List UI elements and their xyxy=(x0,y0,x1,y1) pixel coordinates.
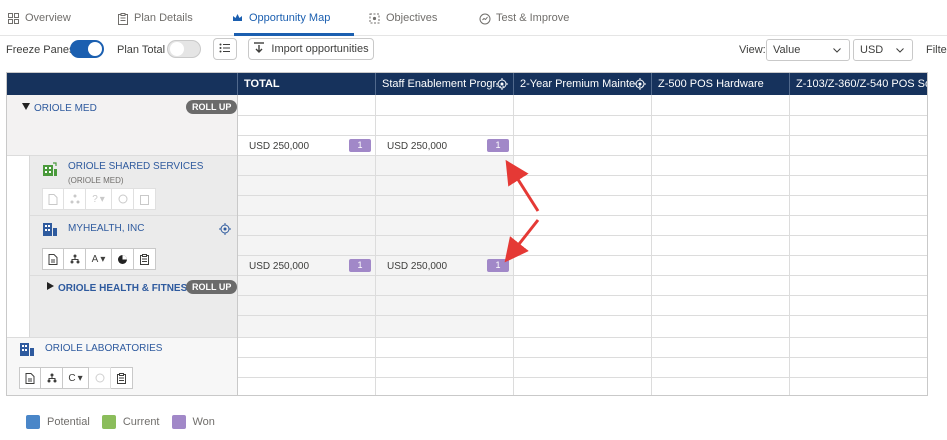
active-tab-indicator xyxy=(234,33,354,36)
parent-account-label: (ORIOLE MED) xyxy=(68,176,124,185)
caret-down-icon: ▾ xyxy=(99,193,105,205)
tab-opportunity-map[interactable]: Opportunity Map xyxy=(232,10,330,26)
caret-down-icon: ▾ xyxy=(77,372,83,384)
staff-value[interactable]: USD 250,000 xyxy=(387,141,447,152)
rating-menu-button[interactable]: C ▾ xyxy=(63,367,89,389)
legend-swatch-potential xyxy=(26,415,40,429)
clipboard-icon xyxy=(117,12,128,25)
legend-swatch-won xyxy=(171,415,186,429)
add-opportunity-button[interactable] xyxy=(19,367,41,389)
status-pie-icon[interactable] xyxy=(112,248,134,270)
plan-total-toggle[interactable] xyxy=(167,40,201,58)
list-view-button[interactable] xyxy=(213,38,237,60)
account-name-myhealth[interactable]: MYHEALTH, INC xyxy=(68,223,145,234)
tab-plan-details[interactable]: Plan Details xyxy=(117,10,193,26)
legend: Potential Current Won xyxy=(26,414,227,430)
won-count-badge[interactable]: 1 xyxy=(349,259,371,272)
target-icon xyxy=(369,13,380,24)
legend-swatch-current xyxy=(101,415,116,429)
account-actions: C ▾ xyxy=(19,367,133,391)
legend-label-potential: Potential xyxy=(47,416,90,428)
tab-label: Objectives xyxy=(386,12,438,24)
child-accounts-panel xyxy=(29,155,237,337)
account-name-oriole-med[interactable]: ORIOLE MED xyxy=(34,103,97,114)
caret-down-icon: ▾ xyxy=(100,253,106,265)
grid-icon xyxy=(8,12,19,24)
locate-icon[interactable] xyxy=(496,78,508,90)
rating-menu-button[interactable]: ? ▾ xyxy=(86,188,112,210)
account-name-oriole-health-fitness[interactable]: ORIOLE HEALTH & FITNESS xyxy=(58,283,194,294)
staff-column-shaded xyxy=(375,155,513,337)
won-count-badge[interactable]: 1 xyxy=(487,139,509,152)
locate-icon[interactable] xyxy=(219,223,231,235)
opportunity-grid: TOTAL Staff Enablement Progr... 2-Year P… xyxy=(6,72,928,396)
column-header-pos-hardware[interactable]: Z-500 POS Hardware xyxy=(651,73,789,95)
legend-label-won: Won xyxy=(192,416,215,428)
won-count-badge[interactable]: 1 xyxy=(487,259,509,272)
won-count-badge[interactable]: 1 xyxy=(349,139,371,152)
building-growth-icon xyxy=(43,162,57,176)
tab-label: Overview xyxy=(25,12,71,24)
total-value[interactable]: USD 250,000 xyxy=(249,141,309,152)
building-icon xyxy=(20,343,34,356)
status-circle-icon[interactable] xyxy=(112,188,134,210)
hierarchy-button[interactable] xyxy=(41,367,63,389)
account-name-oriole-shared-services[interactable]: ORIOLE SHARED SERVICES xyxy=(68,161,203,172)
import-opportunities-button[interactable]: Import opportunities xyxy=(248,38,374,60)
filter-label[interactable]: Filte xyxy=(926,44,947,56)
collapse-caret-icon[interactable] xyxy=(22,103,30,110)
tab-label: Plan Details xyxy=(134,12,193,24)
list-icon xyxy=(219,43,231,56)
plan-total-label: Plan Total xyxy=(117,44,166,56)
column-header-pos-software[interactable]: Z-103/Z-360/Z-540 POS Soft... xyxy=(789,73,927,95)
total-value[interactable]: USD 250,000 xyxy=(249,261,309,272)
currency-select-value: USD xyxy=(860,44,884,56)
legend-label-current: Current xyxy=(122,416,160,428)
tab-bar: Overview Plan Details Opportunity Map Ob… xyxy=(0,0,947,36)
account-name-oriole-laboratories[interactable]: ORIOLE LABORATORIES xyxy=(45,343,162,354)
import-label: Import opportunities xyxy=(271,43,369,55)
chevron-down-icon xyxy=(833,44,841,56)
locate-icon[interactable] xyxy=(634,78,646,90)
hierarchy-button[interactable] xyxy=(64,188,86,210)
notes-button[interactable] xyxy=(111,367,133,389)
import-icon xyxy=(253,41,265,57)
freeze-panes-label: Freeze Panes xyxy=(6,44,75,56)
chevron-down-icon xyxy=(896,44,904,56)
column-header-staff-enablement[interactable]: Staff Enablement Progr... xyxy=(375,73,513,95)
grid-header: TOTAL Staff Enablement Progr... 2-Year P… xyxy=(7,73,927,95)
status-circle-icon[interactable] xyxy=(89,367,111,389)
tab-objectives[interactable]: Objectives xyxy=(369,10,437,26)
column-header-total: TOTAL xyxy=(237,73,375,95)
account-actions: A ▾ xyxy=(42,248,156,272)
rollup-badge[interactable]: ROLL UP xyxy=(186,100,238,114)
tab-label: Opportunity Map xyxy=(249,12,331,24)
tab-label: Test & Improve xyxy=(496,12,570,24)
rating-menu-button[interactable]: A ▾ xyxy=(86,248,112,270)
freeze-panes-toggle[interactable] xyxy=(70,40,104,58)
view-label: View: xyxy=(739,44,766,56)
view-select-value: Value xyxy=(773,44,801,56)
tab-test-improve[interactable]: Test & Improve xyxy=(479,10,569,26)
rollup-badge[interactable]: ROLL UP xyxy=(186,280,238,294)
add-opportunity-button[interactable] xyxy=(42,248,64,270)
hierarchy-button[interactable] xyxy=(64,248,86,270)
crown-icon xyxy=(232,13,243,24)
total-column-shaded xyxy=(237,155,375,337)
notes-button[interactable] xyxy=(134,188,156,210)
building-icon xyxy=(43,223,57,236)
view-select[interactable]: Value xyxy=(766,39,850,61)
tab-overview[interactable]: Overview xyxy=(8,10,71,26)
expand-caret-icon[interactable] xyxy=(47,282,54,290)
column-header-premium-maintenance[interactable]: 2-Year Premium Mainte... xyxy=(513,73,651,95)
toolbar: Freeze Panes Plan Total Import opportuni… xyxy=(0,38,947,62)
gauge-icon xyxy=(479,13,491,24)
account-actions-disabled: ? ▾ xyxy=(42,188,156,212)
notes-button[interactable] xyxy=(134,248,156,270)
currency-select[interactable]: USD xyxy=(853,39,913,61)
add-opportunity-button[interactable] xyxy=(42,188,64,210)
staff-value[interactable]: USD 250,000 xyxy=(387,261,447,272)
